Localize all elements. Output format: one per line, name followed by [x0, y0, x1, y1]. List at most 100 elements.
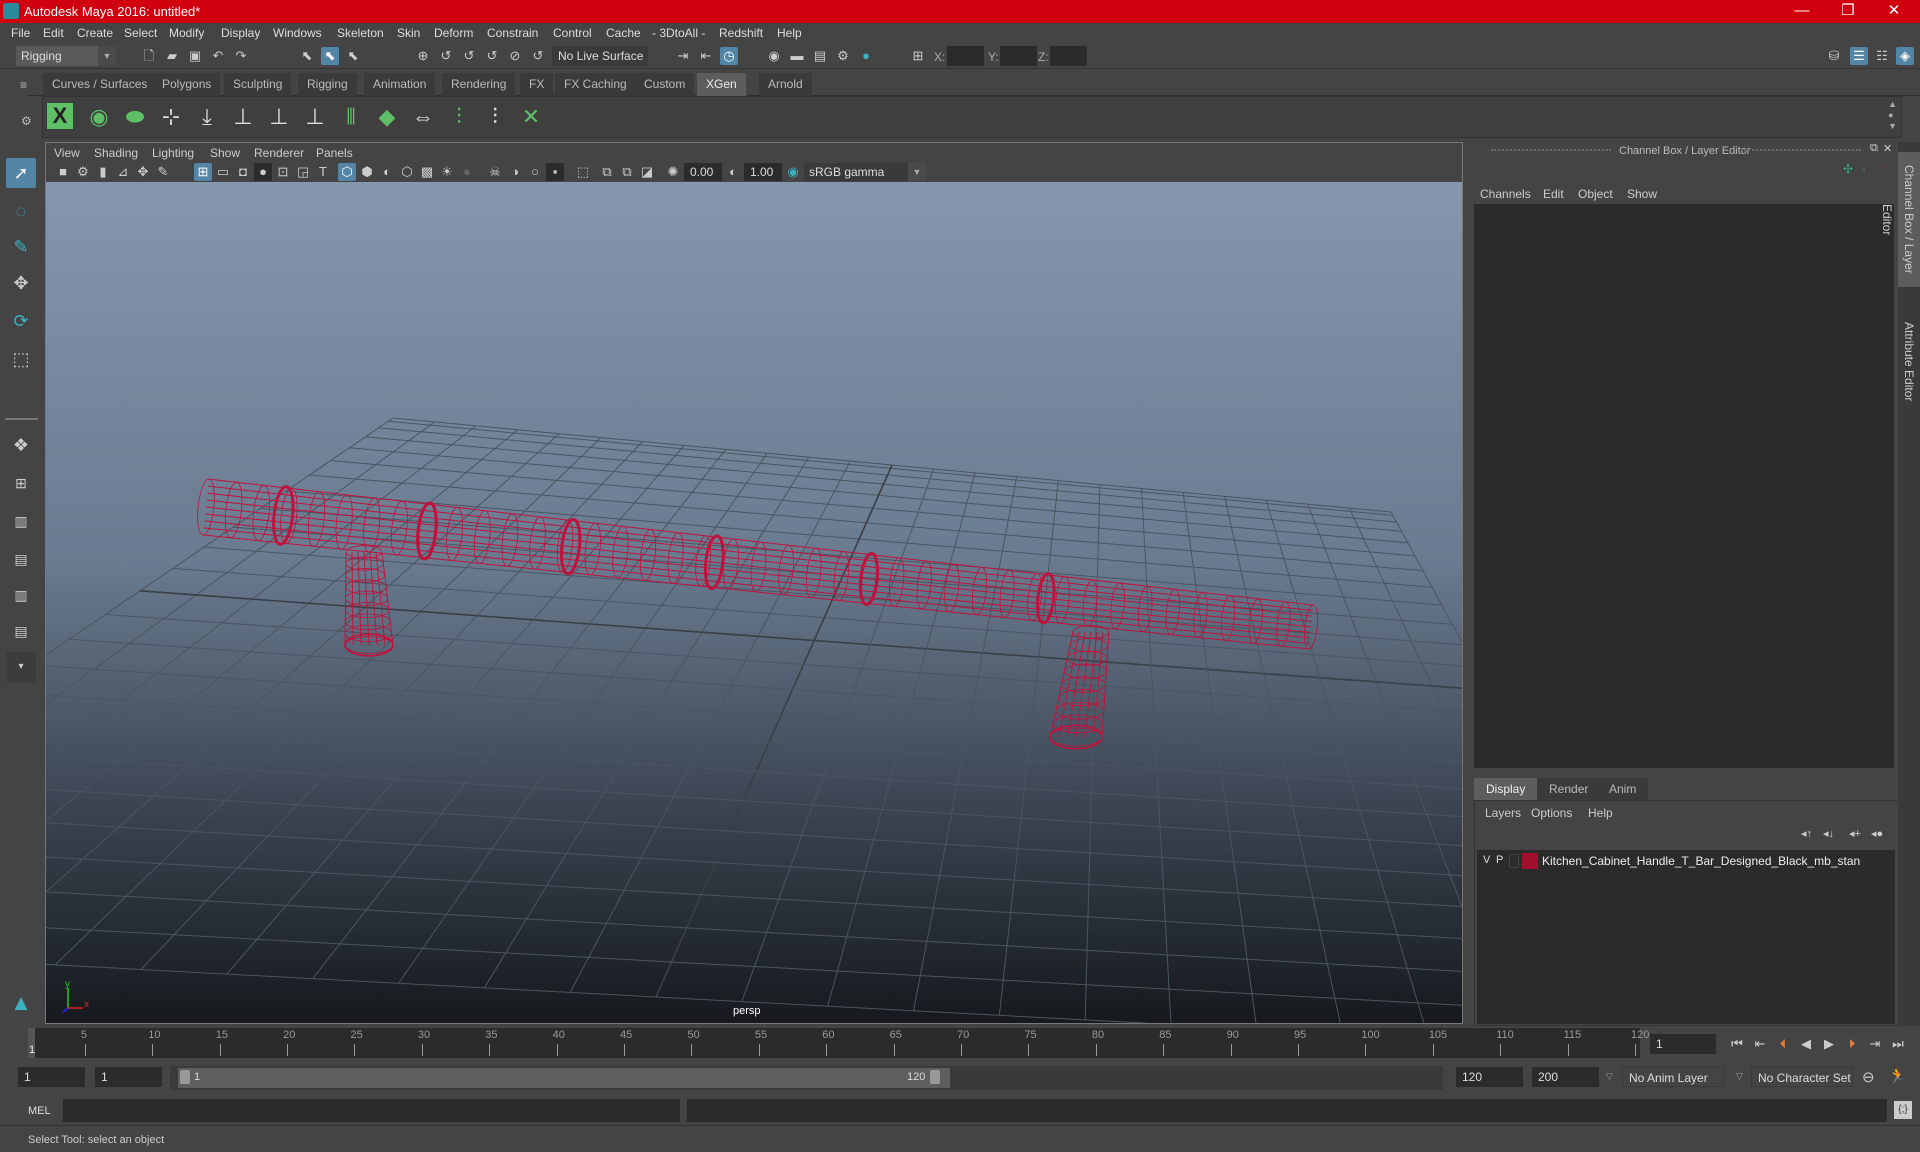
- snap-point-icon[interactable]: ↺: [460, 47, 478, 65]
- step-back-key-icon[interactable]: ⇤: [1750, 1034, 1770, 1054]
- cb-menu-channels[interactable]: Channels: [1480, 187, 1531, 201]
- layer-tab-display[interactable]: Display: [1474, 778, 1538, 800]
- select-tool-icon[interactable]: ➚: [6, 158, 36, 188]
- start-time-field[interactable]: 1: [18, 1067, 85, 1087]
- preview-generate-icon[interactable]: ◉: [83, 101, 115, 133]
- ambient-occlusion-icon[interactable]: ☠: [486, 163, 504, 181]
- close-button[interactable]: ✕: [1872, 0, 1916, 23]
- manipulator-icon[interactable]: ✣: [1843, 162, 1853, 176]
- safe-title-icon[interactable]: T: [314, 163, 332, 181]
- le-menu-layers[interactable]: Layers: [1485, 806, 1521, 820]
- redo-icon[interactable]: ↷: [232, 47, 250, 65]
- minimize-button[interactable]: —: [1780, 0, 1824, 23]
- menu-constrain[interactable]: Constrain: [487, 26, 538, 40]
- shelf-tab-sculpting[interactable]: Sculpting: [224, 73, 292, 96]
- go-to-start-icon[interactable]: ⏮: [1727, 1034, 1747, 1054]
- chevron-down-icon[interactable]: ▽: [1736, 1071, 1743, 1082]
- current-frame-field[interactable]: 1: [1650, 1034, 1716, 1054]
- speed-icon[interactable]: ◐: [1861, 161, 1869, 177]
- use-all-lights-icon[interactable]: ☀: [438, 163, 456, 181]
- anti-aliasing-icon[interactable]: ○: [526, 163, 544, 181]
- film-gate-icon[interactable]: ▭: [214, 163, 232, 181]
- layer-playback-toggle[interactable]: P: [1496, 854, 1503, 866]
- step-forward-key-icon[interactable]: ⇥: [1865, 1034, 1885, 1054]
- gamma-icon[interactable]: ◐: [724, 163, 742, 181]
- save-scene-icon[interactable]: ▣: [186, 47, 204, 65]
- persp-outliner-layout-icon[interactable]: ▥: [6, 506, 36, 536]
- graph-editor-layout-icon[interactable]: ▤: [6, 616, 36, 646]
- split-guides-icon[interactable]: ⫴: [335, 101, 367, 133]
- field-chart-icon[interactable]: ⊡: [274, 163, 292, 181]
- show-guides-icon[interactable]: ⊥: [263, 101, 295, 133]
- shelf-tab-xgen[interactable]: XGen: [697, 73, 746, 96]
- render-view-icon[interactable]: ◉: [765, 47, 783, 65]
- shadows-icon[interactable]: ●: [458, 163, 476, 181]
- rotate-tool-icon[interactable]: ⟳: [6, 306, 36, 336]
- xgen-editor-icon[interactable]: X: [47, 103, 73, 129]
- x-field[interactable]: [947, 46, 984, 66]
- menu-skin[interactable]: Skin: [397, 26, 420, 40]
- select-hierarchy-icon[interactable]: ⬉: [298, 47, 316, 65]
- grease-pencil-icon[interactable]: ✎: [154, 163, 172, 181]
- xray-icon[interactable]: ⬡: [398, 163, 416, 181]
- scale-tool-icon[interactable]: ⬚: [6, 344, 36, 374]
- resolution-gate-icon[interactable]: ◘: [234, 163, 252, 181]
- perspective-viewport[interactable]: persp y x: [46, 182, 1462, 1023]
- layer-visibility-toggle[interactable]: V: [1483, 854, 1490, 866]
- menu-windows[interactable]: Windows: [273, 26, 322, 40]
- select-object-icon[interactable]: ⬉: [321, 47, 339, 65]
- isolate-select-icon[interactable]: ⬚: [574, 163, 592, 181]
- clear-preview-icon[interactable]: ⬬: [119, 101, 151, 133]
- shelf-tab-fx[interactable]: FX: [520, 73, 554, 96]
- play-forwards-icon[interactable]: ▶: [1819, 1034, 1839, 1054]
- script-language-toggle[interactable]: MEL: [28, 1105, 51, 1117]
- layer-tab-anim[interactable]: Anim: [1597, 778, 1649, 800]
- character-set-dropdown[interactable]: No Character Set: [1751, 1067, 1853, 1087]
- snap-grid-icon[interactable]: ⊕: [414, 47, 432, 65]
- smooth-shade-icon[interactable]: ⬢: [358, 163, 376, 181]
- xray-active-icon[interactable]: ⧉: [618, 163, 636, 181]
- select-component-icon[interactable]: ⬉: [344, 47, 362, 65]
- playback-start-field[interactable]: 1: [95, 1067, 162, 1087]
- drag-handle[interactable]: [1491, 149, 1611, 151]
- end-time-field[interactable]: 200: [1532, 1067, 1599, 1087]
- new-empty-layer-icon[interactable]: ◂+: [1849, 827, 1861, 840]
- place-guide-icon[interactable]: ⤓: [191, 101, 223, 133]
- range-end-handle[interactable]: [930, 1070, 940, 1084]
- move-tool-icon[interactable]: ✥: [6, 268, 36, 298]
- range-slider-fill[interactable]: [178, 1068, 950, 1088]
- menu-help[interactable]: Help: [777, 26, 802, 40]
- gate-mask-icon[interactable]: ●: [254, 163, 272, 181]
- delete-guides-icon[interactable]: ✕: [515, 101, 547, 133]
- vp-menu-renderer[interactable]: Renderer: [254, 146, 304, 160]
- z-field[interactable]: [1050, 46, 1087, 66]
- view-transform-dropdown[interactable]: sRGB gamma ▼: [804, 163, 926, 181]
- add-splines-icon[interactable]: ⊥: [227, 101, 259, 133]
- go-to-end-icon[interactable]: ⏭: [1888, 1034, 1908, 1054]
- camera-attributes-icon[interactable]: ⚙: [74, 163, 92, 181]
- side-tab-attribute-editor[interactable]: Attribute Editor: [1898, 307, 1920, 417]
- side-tab-channel-box[interactable]: Channel Box / Layer Editor: [1880, 152, 1920, 287]
- construction-history-icon[interactable]: ◷: [720, 47, 738, 65]
- vp-menu-lighting[interactable]: Lighting: [152, 146, 194, 160]
- time-slider[interactable]: 1 5 10 15 20 25 30 35 40 45 50 55 60 65 70 75 80 85 90 95 1…: [28, 1028, 1649, 1058]
- menu-file[interactable]: File: [11, 26, 30, 40]
- shelf-tab-arnold[interactable]: Arnold: [759, 73, 812, 96]
- float-panel-icon[interactable]: ⧉: [1870, 142, 1878, 155]
- menu-redshift[interactable]: Redshift: [719, 26, 763, 40]
- cb-menu-edit[interactable]: Edit: [1543, 187, 1564, 201]
- shelf-tab-curves-surfaces[interactable]: Curves / Surfaces: [43, 73, 157, 96]
- menu-3dtoall[interactable]: - 3DtoAll -: [652, 26, 705, 40]
- exposure-icon[interactable]: ✺: [664, 163, 682, 181]
- menu-modify[interactable]: Modify: [169, 26, 204, 40]
- single-perspective-layout-icon[interactable]: ❖: [6, 430, 36, 460]
- backface-icon[interactable]: ◪: [638, 163, 656, 181]
- menu-set-dropdown[interactable]: Rigging ▼: [16, 46, 116, 66]
- drag-handle[interactable]: [1741, 149, 1861, 151]
- menu-display[interactable]: Display: [221, 26, 260, 40]
- vp-menu-view[interactable]: View: [54, 146, 80, 160]
- hyper-icon[interactable]: ⟋: [1879, 162, 1887, 177]
- layout-more-icon[interactable]: ▾: [6, 652, 36, 682]
- menu-edit[interactable]: Edit: [43, 26, 64, 40]
- step-back-frame-icon[interactable]: ⏴: [1773, 1034, 1793, 1054]
